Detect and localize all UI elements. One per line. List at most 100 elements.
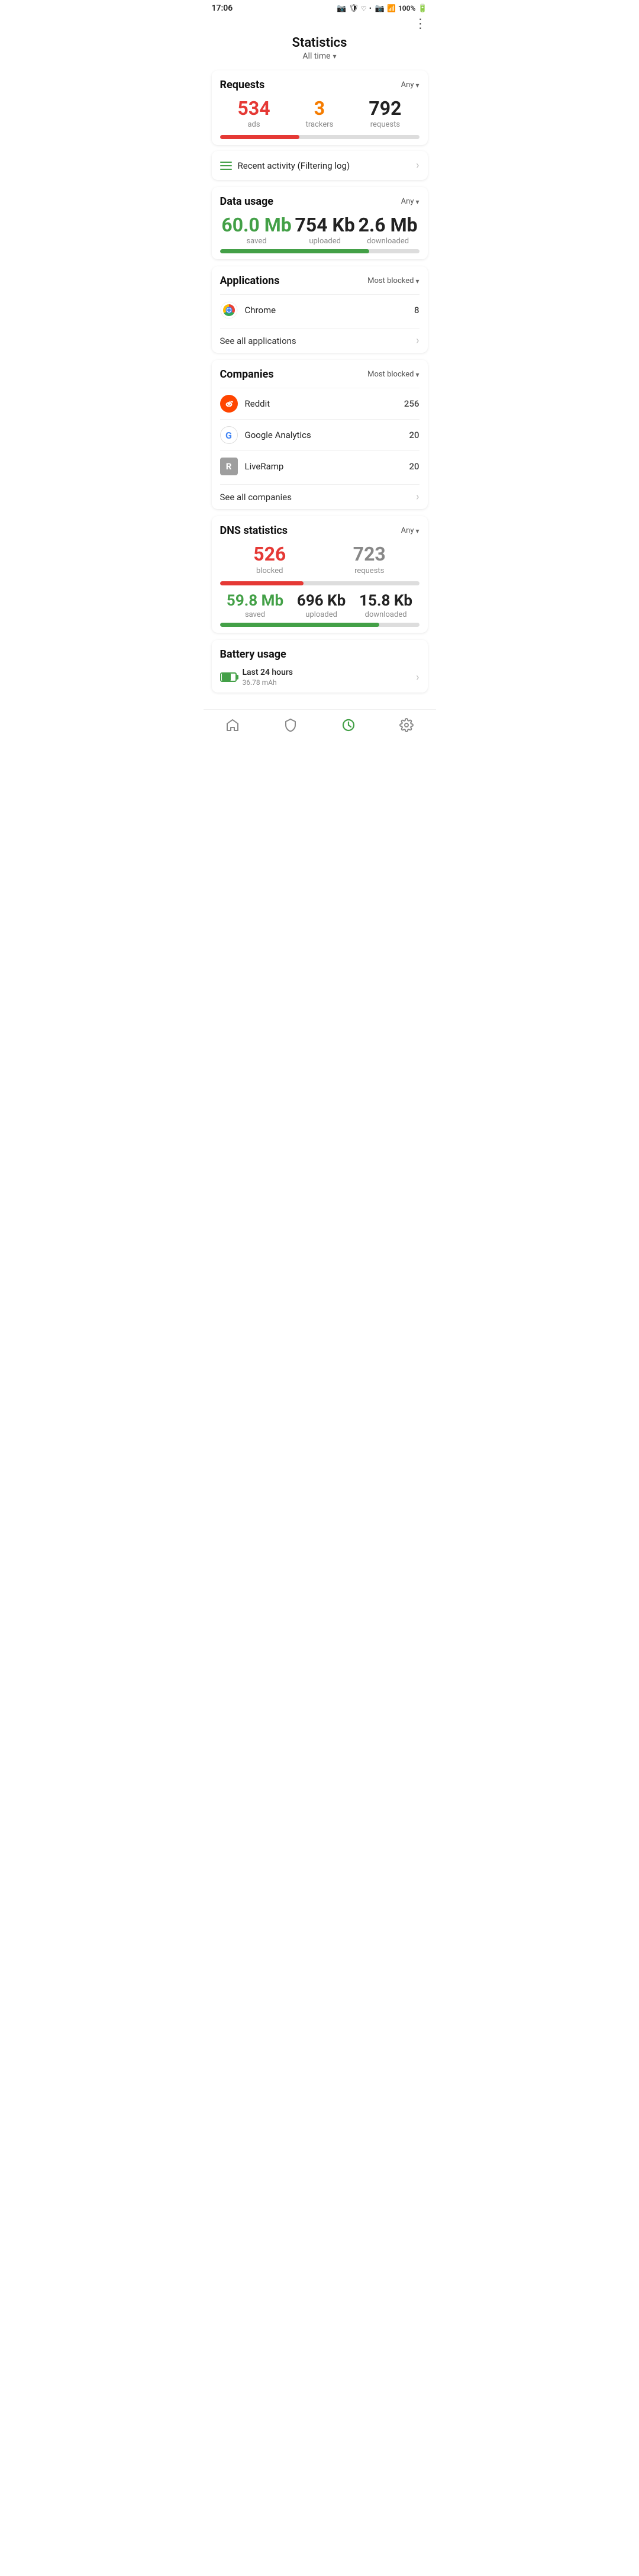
companies-filter-chevron: ▾ (415, 371, 419, 379)
battery-row[interactable]: Last 24 hours 36.78 mAh › (220, 668, 419, 687)
nav-home[interactable] (216, 716, 249, 735)
companies-filter[interactable]: Most blocked ▾ (367, 370, 419, 379)
recent-activity-left: Recent activity (Filtering log) (220, 160, 350, 171)
company-liveramp-left: R LiveRamp (220, 458, 284, 475)
trackers-count: 3 (314, 98, 325, 119)
see-all-applications-label: See all applications (220, 336, 296, 346)
battery-title: Battery usage (220, 648, 286, 661)
battery-fill (222, 674, 231, 681)
data-downloaded-label: downloaded (367, 237, 409, 246)
battery-period: Last 24 hours (243, 668, 293, 677)
ads-label: ads (247, 120, 260, 129)
menu-button[interactable]: ⋮ (414, 18, 428, 31)
dns-statistics-section: DNS statistics Any ▾ 526 blocked 723 req… (212, 516, 428, 633)
recent-activity-label: Recent activity (Filtering log) (238, 160, 350, 171)
subtitle-text: All time (302, 51, 330, 61)
dns-data-saved-stat: 59.8 Mb saved (227, 593, 283, 620)
battery-left: Last 24 hours 36.78 mAh (220, 668, 293, 687)
dns-data-stats-row: 59.8 Mb saved 696 Kb uploaded 15.8 Kb do… (220, 593, 419, 620)
battery-text: Last 24 hours 36.78 mAh (243, 668, 293, 687)
battery-status: 100% (398, 4, 415, 12)
dns-stats-row: 526 blocked 723 requests (220, 544, 419, 575)
signal-icon: 📶 (387, 4, 396, 12)
company-google-count: 20 (409, 430, 419, 440)
wifi-icon: 📷 (375, 4, 385, 13)
data-saved-label: saved (246, 237, 266, 246)
applications-header: Applications Most blocked ▾ (220, 275, 419, 287)
applications-filter[interactable]: Most blocked ▾ (367, 276, 419, 285)
dns-requests-label: requests (354, 566, 384, 575)
companies-section: Companies Most blocked ▾ Reddit (212, 360, 428, 509)
data-usage-progress-fill (220, 249, 370, 253)
dns-data-progress-bar (220, 623, 419, 627)
reddit-icon (220, 395, 238, 413)
data-uploaded-stat: 754 Kb uploaded (295, 215, 354, 246)
subtitle-chevron[interactable]: ▾ (333, 52, 337, 60)
battery-header: Battery usage (220, 648, 419, 661)
battery-icon: 🔋 (418, 4, 427, 13)
hamburger-line-2 (220, 165, 232, 166)
liveramp-icon: R (220, 458, 238, 475)
dns-progress-bar (220, 581, 419, 585)
see-all-companies-row[interactable]: See all companies › (220, 484, 419, 503)
requests-stat: 792 requests (369, 98, 401, 129)
dns-filter[interactable]: Any ▾ (401, 526, 419, 535)
applications-filter-chevron: ▾ (415, 277, 419, 285)
data-downloaded-stat: 2.6 Mb downloaded (359, 215, 418, 246)
data-usage-section: Data usage Any ▾ 60.0 Mb saved 754 Kb up… (212, 187, 428, 259)
requests-filter[interactable]: Any ▾ (401, 80, 419, 89)
dns-title: DNS statistics (220, 524, 288, 537)
company-google-label: Google Analytics (245, 430, 311, 440)
battery-chevron: › (416, 671, 419, 684)
dns-data-saved-value: 59.8 Mb (227, 593, 283, 610)
company-reddit-label: Reddit (245, 398, 270, 409)
trackers-label: trackers (306, 120, 334, 129)
nav-stats[interactable] (332, 716, 365, 735)
ads-stat: 534 ads (238, 98, 270, 129)
data-downloaded-value: 2.6 Mb (359, 215, 418, 236)
recent-activity-row[interactable]: Recent activity (Filtering log) › (212, 151, 428, 180)
nav-shield[interactable] (274, 716, 307, 735)
vpn-icon: ♡ (361, 5, 367, 12)
google-icon: G (220, 426, 238, 444)
shield-status-icon: 🛡 (349, 4, 359, 13)
company-liveramp-label: LiveRamp (245, 461, 284, 472)
dns-data-uploaded-stat: 696 Kb uploaded (297, 593, 346, 620)
dns-data-saved-label: saved (245, 610, 265, 619)
recent-activity-chevron: › (416, 159, 419, 172)
see-all-applications-row[interactable]: See all applications › (220, 328, 419, 347)
data-usage-header: Data usage Any ▾ (220, 195, 419, 208)
data-usage-filter-chevron: ▾ (415, 198, 419, 206)
requests-progress-fill (220, 135, 300, 139)
dns-requests-stat: 723 requests (353, 544, 386, 575)
company-liveramp-count: 20 (409, 461, 419, 472)
app-chrome-label: Chrome (245, 305, 276, 315)
company-google-item[interactable]: G Google Analytics 20 (220, 419, 419, 450)
company-liveramp-item[interactable]: R LiveRamp 20 (220, 450, 419, 482)
see-all-companies-label: See all companies (220, 492, 292, 503)
battery-value: 36.78 mAh (243, 678, 293, 687)
data-saved-stat: 60.0 Mb saved (221, 215, 291, 246)
dns-progress-fill (220, 581, 304, 585)
data-uploaded-label: uploaded (309, 237, 341, 246)
trackers-stat: 3 trackers (306, 98, 334, 129)
requests-filter-chevron: ▾ (415, 81, 419, 89)
data-usage-filter[interactable]: Any ▾ (401, 197, 419, 206)
app-chrome-count: 8 (414, 305, 419, 315)
app-chrome-left: Chrome (220, 301, 276, 319)
shield-icon (283, 718, 298, 732)
company-reddit-item[interactable]: Reddit 256 (220, 388, 419, 419)
nav-settings[interactable] (390, 716, 423, 735)
see-all-companies-chevron: › (416, 491, 419, 503)
dns-data-uploaded-value: 696 Kb (297, 593, 346, 610)
requests-stats-row: 534 ads 3 trackers 792 requests (220, 98, 419, 129)
app-chrome-item[interactable]: Chrome 8 (220, 294, 419, 326)
page-subtitle[interactable]: All time ▾ (204, 51, 436, 61)
dns-data-downloaded-label: downloaded (365, 610, 407, 619)
dns-blocked-value: 526 (253, 544, 286, 565)
status-bar-right: 📷 🛡 ♡ • 📷 📶 100% 🔋 (337, 4, 427, 13)
requests-title: Requests (220, 79, 265, 91)
dns-requests-value: 723 (353, 544, 386, 565)
page-title: Statistics (204, 36, 436, 50)
hamburger-icon (220, 162, 232, 170)
